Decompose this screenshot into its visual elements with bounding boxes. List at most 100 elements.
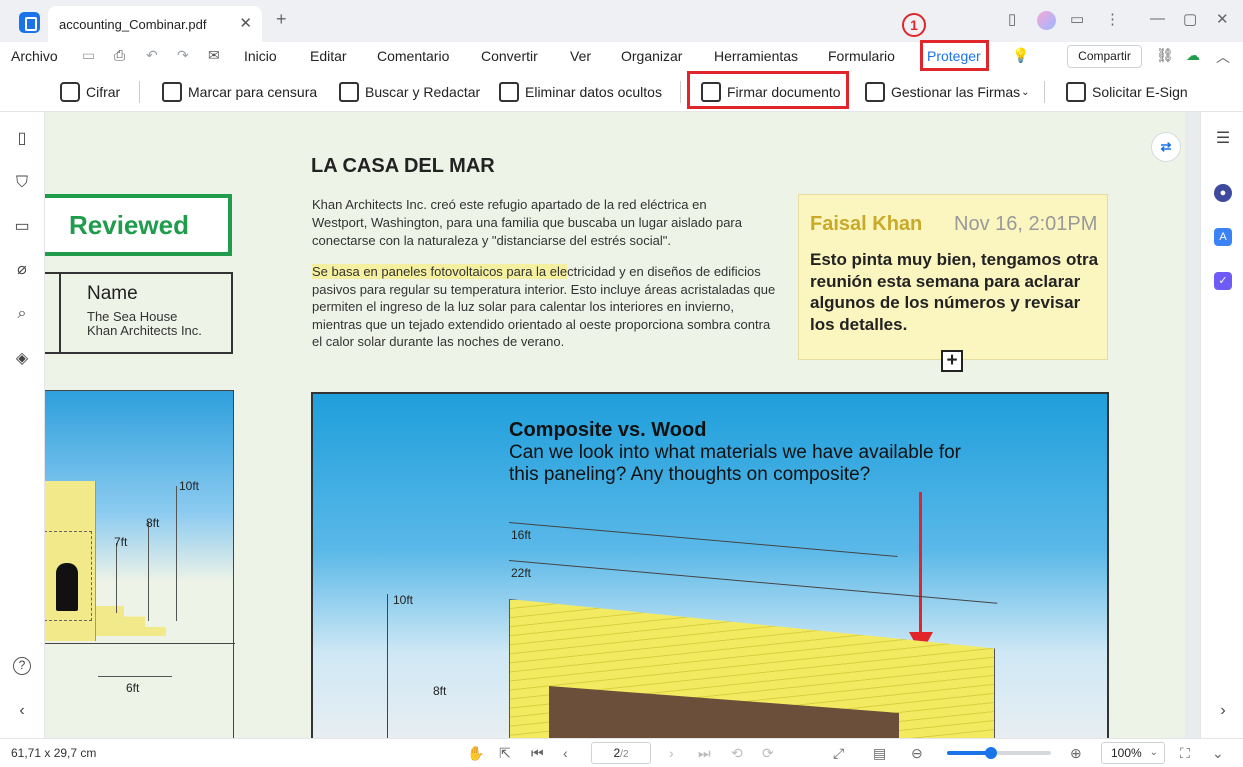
- remove-data-icon: [499, 82, 519, 102]
- mail-icon[interactable]: ✉: [208, 47, 220, 64]
- more-icon[interactable]: ⋮: [1105, 10, 1120, 28]
- avatar[interactable]: [1037, 11, 1056, 30]
- search-redact-label: Buscar y Redactar: [365, 84, 481, 100]
- pdf-page: Reviewed Name The Sea House Khan Archite…: [45, 112, 1185, 738]
- dim-8ft: 8ft: [146, 516, 160, 530]
- zoom-value: 100%: [1111, 746, 1142, 760]
- remove-hidden-data-label: Eliminar datos ocultos: [525, 84, 662, 100]
- rotate-left-icon[interactable]: ⟲: [731, 745, 743, 762]
- menu-bar: Archivo ▭ ⎙ ↶ ↷ ✉ Inicio Editar Comentar…: [0, 42, 1243, 72]
- menu-comentario[interactable]: Comentario: [377, 48, 449, 64]
- prev-page-icon[interactable]: ‹: [563, 745, 568, 761]
- undo-icon[interactable]: ↶: [146, 47, 158, 64]
- zoom-in-icon[interactable]: ⊕: [1070, 745, 1082, 762]
- manage-signatures-icon: [865, 82, 885, 102]
- stairs: [96, 606, 166, 636]
- book-icon[interactable]: ▯: [1008, 10, 1016, 28]
- sticky-note[interactable]: Faisal Khan Nov 16, 2:01PM Esto pinta mu…: [798, 194, 1108, 360]
- close-tab-icon[interactable]: ✕: [239, 14, 252, 32]
- share-button[interactable]: Compartir: [1067, 45, 1142, 68]
- fit-page-icon[interactable]: ⤢: [833, 745, 844, 762]
- collapse-right-icon[interactable]: ›: [1214, 702, 1232, 720]
- translate-icon[interactable]: ⇄: [1151, 132, 1181, 162]
- zoom-slider-thumb[interactable]: [984, 747, 997, 759]
- reviewed-stamp[interactable]: Reviewed: [45, 194, 232, 256]
- translate-panel-icon[interactable]: A: [1214, 228, 1232, 246]
- next-page-icon[interactable]: ›: [669, 745, 674, 761]
- note-author: Faisal Khan: [810, 213, 923, 235]
- dim-22ft: 22ft: [511, 566, 532, 580]
- name-line2: Khan Architects Inc.: [87, 323, 202, 338]
- select-tool-icon[interactable]: ⇱: [499, 745, 511, 762]
- rotate-right-icon[interactable]: ⟳: [762, 745, 774, 762]
- name-label: Name: [87, 283, 138, 304]
- close-window-icon[interactable]: ✕: [1216, 10, 1229, 28]
- redo-icon[interactable]: ↷: [177, 47, 189, 64]
- mark-redaction-button[interactable]: Marcar para censura: [162, 80, 317, 104]
- bookmark-icon[interactable]: ⛉: [13, 174, 31, 192]
- request-esign-button[interactable]: Solicitar E-Sign: [1066, 80, 1188, 104]
- page-layout-icon[interactable]: ▤: [873, 745, 886, 762]
- menu-inicio[interactable]: Inicio: [244, 48, 277, 64]
- menu-ver[interactable]: Ver: [570, 48, 591, 64]
- comment-icon[interactable]: ▭: [13, 218, 31, 236]
- menu-editar[interactable]: Editar: [310, 48, 347, 64]
- network-icon[interactable]: ⛓: [1156, 47, 1174, 64]
- zoom-out-icon[interactable]: ⊖: [911, 745, 923, 762]
- menu-herramientas[interactable]: Herramientas: [714, 48, 798, 64]
- ai-assistant-icon[interactable]: ●: [1214, 184, 1232, 202]
- dim-7ft: 7ft: [114, 535, 128, 549]
- maximize-icon[interactable]: ▢: [1183, 10, 1197, 28]
- manage-signatures-dropdown[interactable]: Gestionar las Firmas ⌄: [865, 80, 1030, 104]
- page-number-field[interactable]: 2/2: [591, 742, 651, 764]
- collapse-left-icon[interactable]: ‹: [13, 702, 31, 720]
- cloud-sync-icon[interactable]: ☁: [1186, 47, 1200, 64]
- dim-line-10ft-r: [387, 594, 388, 738]
- remove-hidden-data-button[interactable]: Eliminar datos ocultos: [499, 80, 662, 104]
- page-thumbnail-icon[interactable]: ▯: [13, 130, 31, 148]
- chevron-down-icon: ⌄: [1149, 747, 1158, 758]
- dim-line-7ft: [116, 543, 117, 613]
- name-box: Name The Sea House Khan Architects Inc.: [45, 272, 233, 354]
- page-total: /2: [620, 749, 629, 760]
- zoom-slider[interactable]: [947, 747, 1051, 759]
- hand-tool-icon[interactable]: ✋: [467, 745, 484, 762]
- highlighted-text[interactable]: Se basa en paneles fotovoltaicos para la…: [312, 264, 568, 279]
- document-viewport: Reviewed Name The Sea House Khan Archite…: [45, 112, 1200, 738]
- dim-line-16ft: [508, 522, 898, 557]
- encrypt-label: Cifrar: [86, 84, 121, 100]
- left-sidebar: ▯ ⛉ ▭ ⌀ ⌕ ◈ ? ‹: [0, 112, 45, 738]
- minimize-icon[interactable]: —: [1150, 10, 1165, 27]
- fullscreen-icon[interactable]: ⛶: [1180, 745, 1190, 762]
- save-icon[interactable]: ▭: [82, 47, 95, 64]
- layers-icon[interactable]: ◈: [13, 350, 31, 368]
- print-icon[interactable]: ⎙: [114, 47, 125, 64]
- title-bar: accounting_Combinar.pdf ✕ + ▯ ▭ ⋮ — ▢ ✕: [0, 0, 1243, 42]
- feedback-icon[interactable]: ▭: [1070, 10, 1084, 28]
- request-esign-label: Solicitar E-Sign: [1092, 84, 1188, 100]
- paragraph-2: Se basa en paneles fotovoltaicos para la…: [312, 263, 777, 351]
- chevron-down-icon: ⌄: [1021, 86, 1030, 98]
- menu-archivo[interactable]: Archivo: [11, 48, 58, 64]
- help-icon[interactable]: ?: [13, 657, 31, 675]
- chevron-down-circle-icon[interactable]: ⌄: [1212, 745, 1224, 762]
- encrypt-button[interactable]: Cifrar: [60, 80, 120, 104]
- document-tab[interactable]: accounting_Combinar.pdf ✕: [48, 6, 262, 42]
- new-tab-icon[interactable]: +: [276, 9, 287, 30]
- attachment-icon[interactable]: ⌀: [13, 261, 31, 279]
- first-page-icon[interactable]: ⏮: [531, 745, 544, 762]
- page-heading: LA CASA DEL MAR: [311, 155, 495, 177]
- menu-formulario[interactable]: Formulario: [828, 48, 895, 64]
- last-page-icon[interactable]: ⏭: [698, 745, 711, 762]
- zoom-select[interactable]: 100% ⌄: [1101, 742, 1165, 764]
- step1-highlight-box: [920, 40, 989, 71]
- note-add-button[interactable]: +: [941, 350, 963, 372]
- properties-icon[interactable]: ☰: [1214, 130, 1232, 148]
- lightbulb-icon[interactable]: 💡: [1012, 47, 1029, 64]
- search-icon[interactable]: ⌕: [13, 305, 31, 323]
- tasks-icon[interactable]: ✓: [1214, 272, 1232, 290]
- menu-organizar[interactable]: Organizar: [621, 48, 682, 64]
- search-redact-button[interactable]: Buscar y Redactar: [339, 80, 480, 104]
- chevron-up-icon[interactable]: ︿: [1216, 47, 1230, 67]
- menu-convertir[interactable]: Convertir: [481, 48, 538, 64]
